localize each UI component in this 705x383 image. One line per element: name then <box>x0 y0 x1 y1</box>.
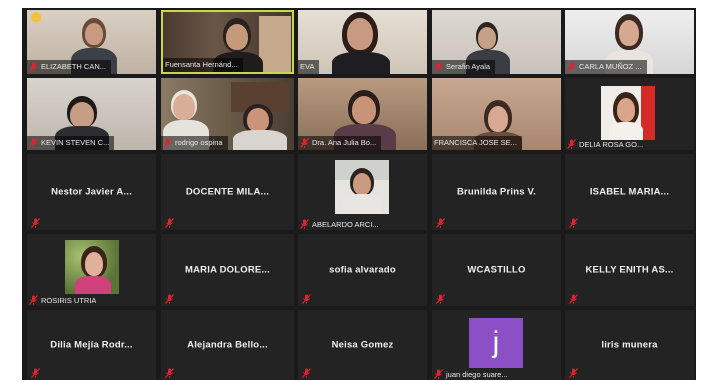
participant-name: ABELARDO ARCI... <box>312 219 379 229</box>
participant-tile[interactable]: CARLA MUÑOZ ... <box>565 10 694 74</box>
participant-name-bar: Serafin Ayala <box>432 60 496 74</box>
participant-tile[interactable]: DELIA ROSA GO... <box>565 78 694 150</box>
muted-mic-icon <box>29 295 38 305</box>
participant-name-bar: CARLA MUÑOZ ... <box>565 60 647 74</box>
muted-mic-icon <box>567 62 576 72</box>
participant-name: Dra. Ana Julia Bo... <box>312 138 377 147</box>
participant-name: Neisa Gomez <box>331 339 394 351</box>
participant-name: rodrigo ospina <box>175 138 223 147</box>
muted-mic-icon <box>165 218 174 228</box>
muted-mic-icon <box>300 219 309 229</box>
muted-mic-icon <box>436 294 445 304</box>
muted-mic-icon <box>569 294 578 304</box>
participant-tile[interactable]: sofia alvarado <box>298 234 427 306</box>
participant-name-bar: ROSIRIS UTRIA <box>29 295 96 305</box>
participant-tile[interactable]: Alejandra Bello... <box>161 310 294 380</box>
muted-mic-icon <box>29 138 38 148</box>
participant-tile[interactable]: j juan diego suare... <box>432 310 561 380</box>
gallery-view: ELIZABETH CAN... Fuensanta Hernánd... EV… <box>22 8 696 380</box>
participant-tile[interactable]: Dra. Ana Julia Bo... <box>298 78 427 150</box>
muted-mic-icon <box>165 368 174 378</box>
participant-name: ROSIRIS UTRIA <box>41 295 97 305</box>
participant-name: WCASTILLO <box>467 264 526 276</box>
participant-name-bar: EVA <box>298 60 320 74</box>
participant-tile[interactable]: ELIZABETH CAN... <box>27 10 156 74</box>
participant-tile[interactable]: MARIA DOLORE... <box>161 234 294 306</box>
muted-mic-icon <box>300 138 309 148</box>
participant-tile[interactable]: ISABEL MARIA... <box>565 154 694 230</box>
participant-name: DELIA ROSA GO... <box>579 139 644 149</box>
muted-mic-icon <box>163 138 172 148</box>
participant-name-bar: KEVIN STEVEN C... <box>27 136 115 150</box>
participant-name-bar: rodrigo ospina <box>161 136 228 150</box>
muted-mic-icon <box>302 294 311 304</box>
participant-tile[interactable]: Dilia Mejía Rodr... <box>27 310 156 380</box>
participant-name-bar: ELIZABETH CAN... <box>27 60 112 74</box>
participant-tile[interactable]: Serafin Ayala <box>432 10 561 74</box>
muted-mic-icon <box>29 62 38 72</box>
participant-name-bar: ABELARDO ARCI... <box>300 219 379 229</box>
participant-name: MARIA DOLORE... <box>185 264 270 276</box>
raised-hand-icon <box>31 12 41 22</box>
participant-name: juan diego suare... <box>446 369 508 379</box>
participant-name: sofia alvarado <box>329 264 396 276</box>
muted-mic-icon <box>436 218 445 228</box>
participant-photo <box>335 160 389 214</box>
participant-name: Alejandra Bello... <box>187 339 268 351</box>
participant-photo <box>601 86 655 140</box>
participant-tile[interactable]: liris munera <box>565 310 694 380</box>
participant-tile[interactable]: EVA <box>298 10 427 74</box>
muted-mic-icon <box>165 294 174 304</box>
participant-tile[interactable]: KEVIN STEVEN C... <box>27 78 156 150</box>
participant-tile[interactable]: WCASTILLO <box>432 234 561 306</box>
participant-name: EVA <box>300 62 315 71</box>
participant-name: Brunilda Prins V. <box>456 186 537 198</box>
muted-mic-icon <box>569 368 578 378</box>
participant-tile[interactable]: ABELARDO ARCI... <box>298 154 427 230</box>
muted-mic-icon <box>302 368 311 378</box>
participant-photo <box>65 240 119 294</box>
muted-mic-icon <box>567 139 576 149</box>
participant-name: DOCENTE MILA... <box>185 186 270 198</box>
participant-name: Serafin Ayala <box>446 62 491 71</box>
participant-tile[interactable]: Neisa Gomez <box>298 310 427 380</box>
participant-name: liris munera <box>601 339 658 351</box>
participant-tile[interactable]: DOCENTE MILA... <box>161 154 294 230</box>
initial-avatar: j <box>469 318 523 368</box>
participant-name-bar: FRANCISCA JOSE SE... <box>432 136 522 150</box>
muted-mic-icon <box>31 218 40 228</box>
participant-tile[interactable]: Nestor Javier A... <box>27 154 156 230</box>
muted-mic-icon <box>31 368 40 378</box>
participant-name: ISABEL MARIA... <box>589 186 670 198</box>
participant-tile[interactable]: KELLY ENITH AS... <box>565 234 694 306</box>
participant-name: CARLA MUÑOZ ... <box>579 62 642 71</box>
muted-mic-icon <box>434 369 443 379</box>
muted-mic-icon <box>434 62 443 72</box>
participant-tile[interactable]: Brunilda Prins V. <box>432 154 561 230</box>
participant-name: KELLY ENITH AS... <box>585 264 674 276</box>
muted-mic-icon <box>569 218 578 228</box>
participant-name-bar: juan diego suare... <box>434 369 508 379</box>
participant-name-bar: Fuensanta Hernánd... <box>163 58 243 72</box>
participant-tile[interactable]: Fuensanta Hernánd... <box>161 10 294 74</box>
participant-name: Dilia Mejía Rodr... <box>50 339 133 351</box>
participant-name: ELIZABETH CAN... <box>41 62 107 71</box>
participant-tile[interactable]: rodrigo ospina <box>161 78 294 150</box>
participant-name: Nestor Javier A... <box>51 186 132 198</box>
participant-name-bar: Dra. Ana Julia Bo... <box>298 136 382 150</box>
participant-name: Fuensanta Hernánd... <box>165 60 238 69</box>
participant-tile[interactable]: FRANCISCA JOSE SE... <box>432 78 561 150</box>
participant-name: KEVIN STEVEN C... <box>41 138 110 147</box>
participant-name: FRANCISCA JOSE SE... <box>434 138 517 147</box>
participant-name-bar: DELIA ROSA GO... <box>567 139 643 149</box>
participant-tile[interactable]: ROSIRIS UTRIA <box>27 234 156 306</box>
